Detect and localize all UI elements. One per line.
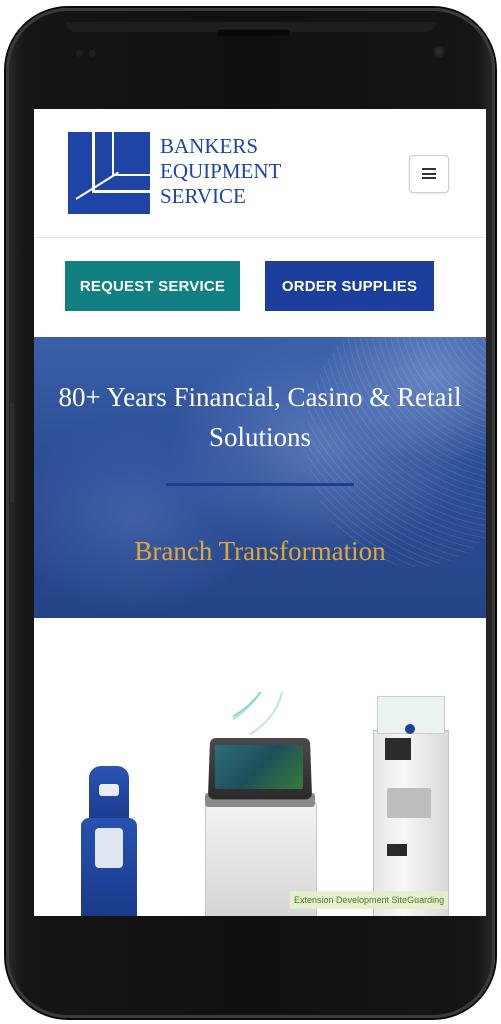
hero-subtitle[interactable]: Branch Transformation: [54, 534, 466, 568]
request-service-button[interactable]: REQUEST SERVICE: [65, 261, 240, 311]
logo-mark: [68, 132, 150, 214]
hamburger-icon: [422, 168, 436, 179]
cta-row: REQUEST SERVICE ORDER SUPPLIES: [34, 237, 486, 337]
sensor-dots: [76, 50, 96, 57]
blue-kiosk-image: [79, 766, 139, 916]
order-supplies-button[interactable]: ORDER SUPPLIES: [265, 261, 434, 311]
teller-terminal-image: [205, 737, 317, 916]
hero-title: 80+ Years Financial, Casino & Retail Sol…: [58, 382, 462, 452]
atm-image: [373, 696, 449, 916]
menu-toggle-button[interactable]: [409, 155, 449, 193]
hero-divider: [166, 483, 354, 486]
logo-line-2: EQUIPMENT: [160, 159, 282, 183]
brand-logo[interactable]: BANKERS EQUIPMENT SERVICE: [68, 132, 293, 214]
logo-wordmark: BANKERS EQUIPMENT SERVICE: [160, 134, 300, 209]
site-header: BANKERS EQUIPMENT SERVICE: [34, 109, 486, 238]
earpiece: [216, 28, 291, 36]
logo-line-1: BANKERS: [160, 134, 259, 158]
side-button: [10, 403, 14, 503]
watermark-badge[interactable]: Extension Development SiteGuarding: [290, 891, 449, 909]
front-camera: [433, 46, 447, 60]
logo-line-3: SERVICE: [160, 184, 246, 208]
products-image: [71, 692, 449, 916]
hero-banner: 80+ Years Financial, Casino & Retail Sol…: [34, 337, 486, 618]
phone-screen: BANKERS EQUIPMENT SERVICE REQUEST SERVIC…: [34, 109, 486, 916]
